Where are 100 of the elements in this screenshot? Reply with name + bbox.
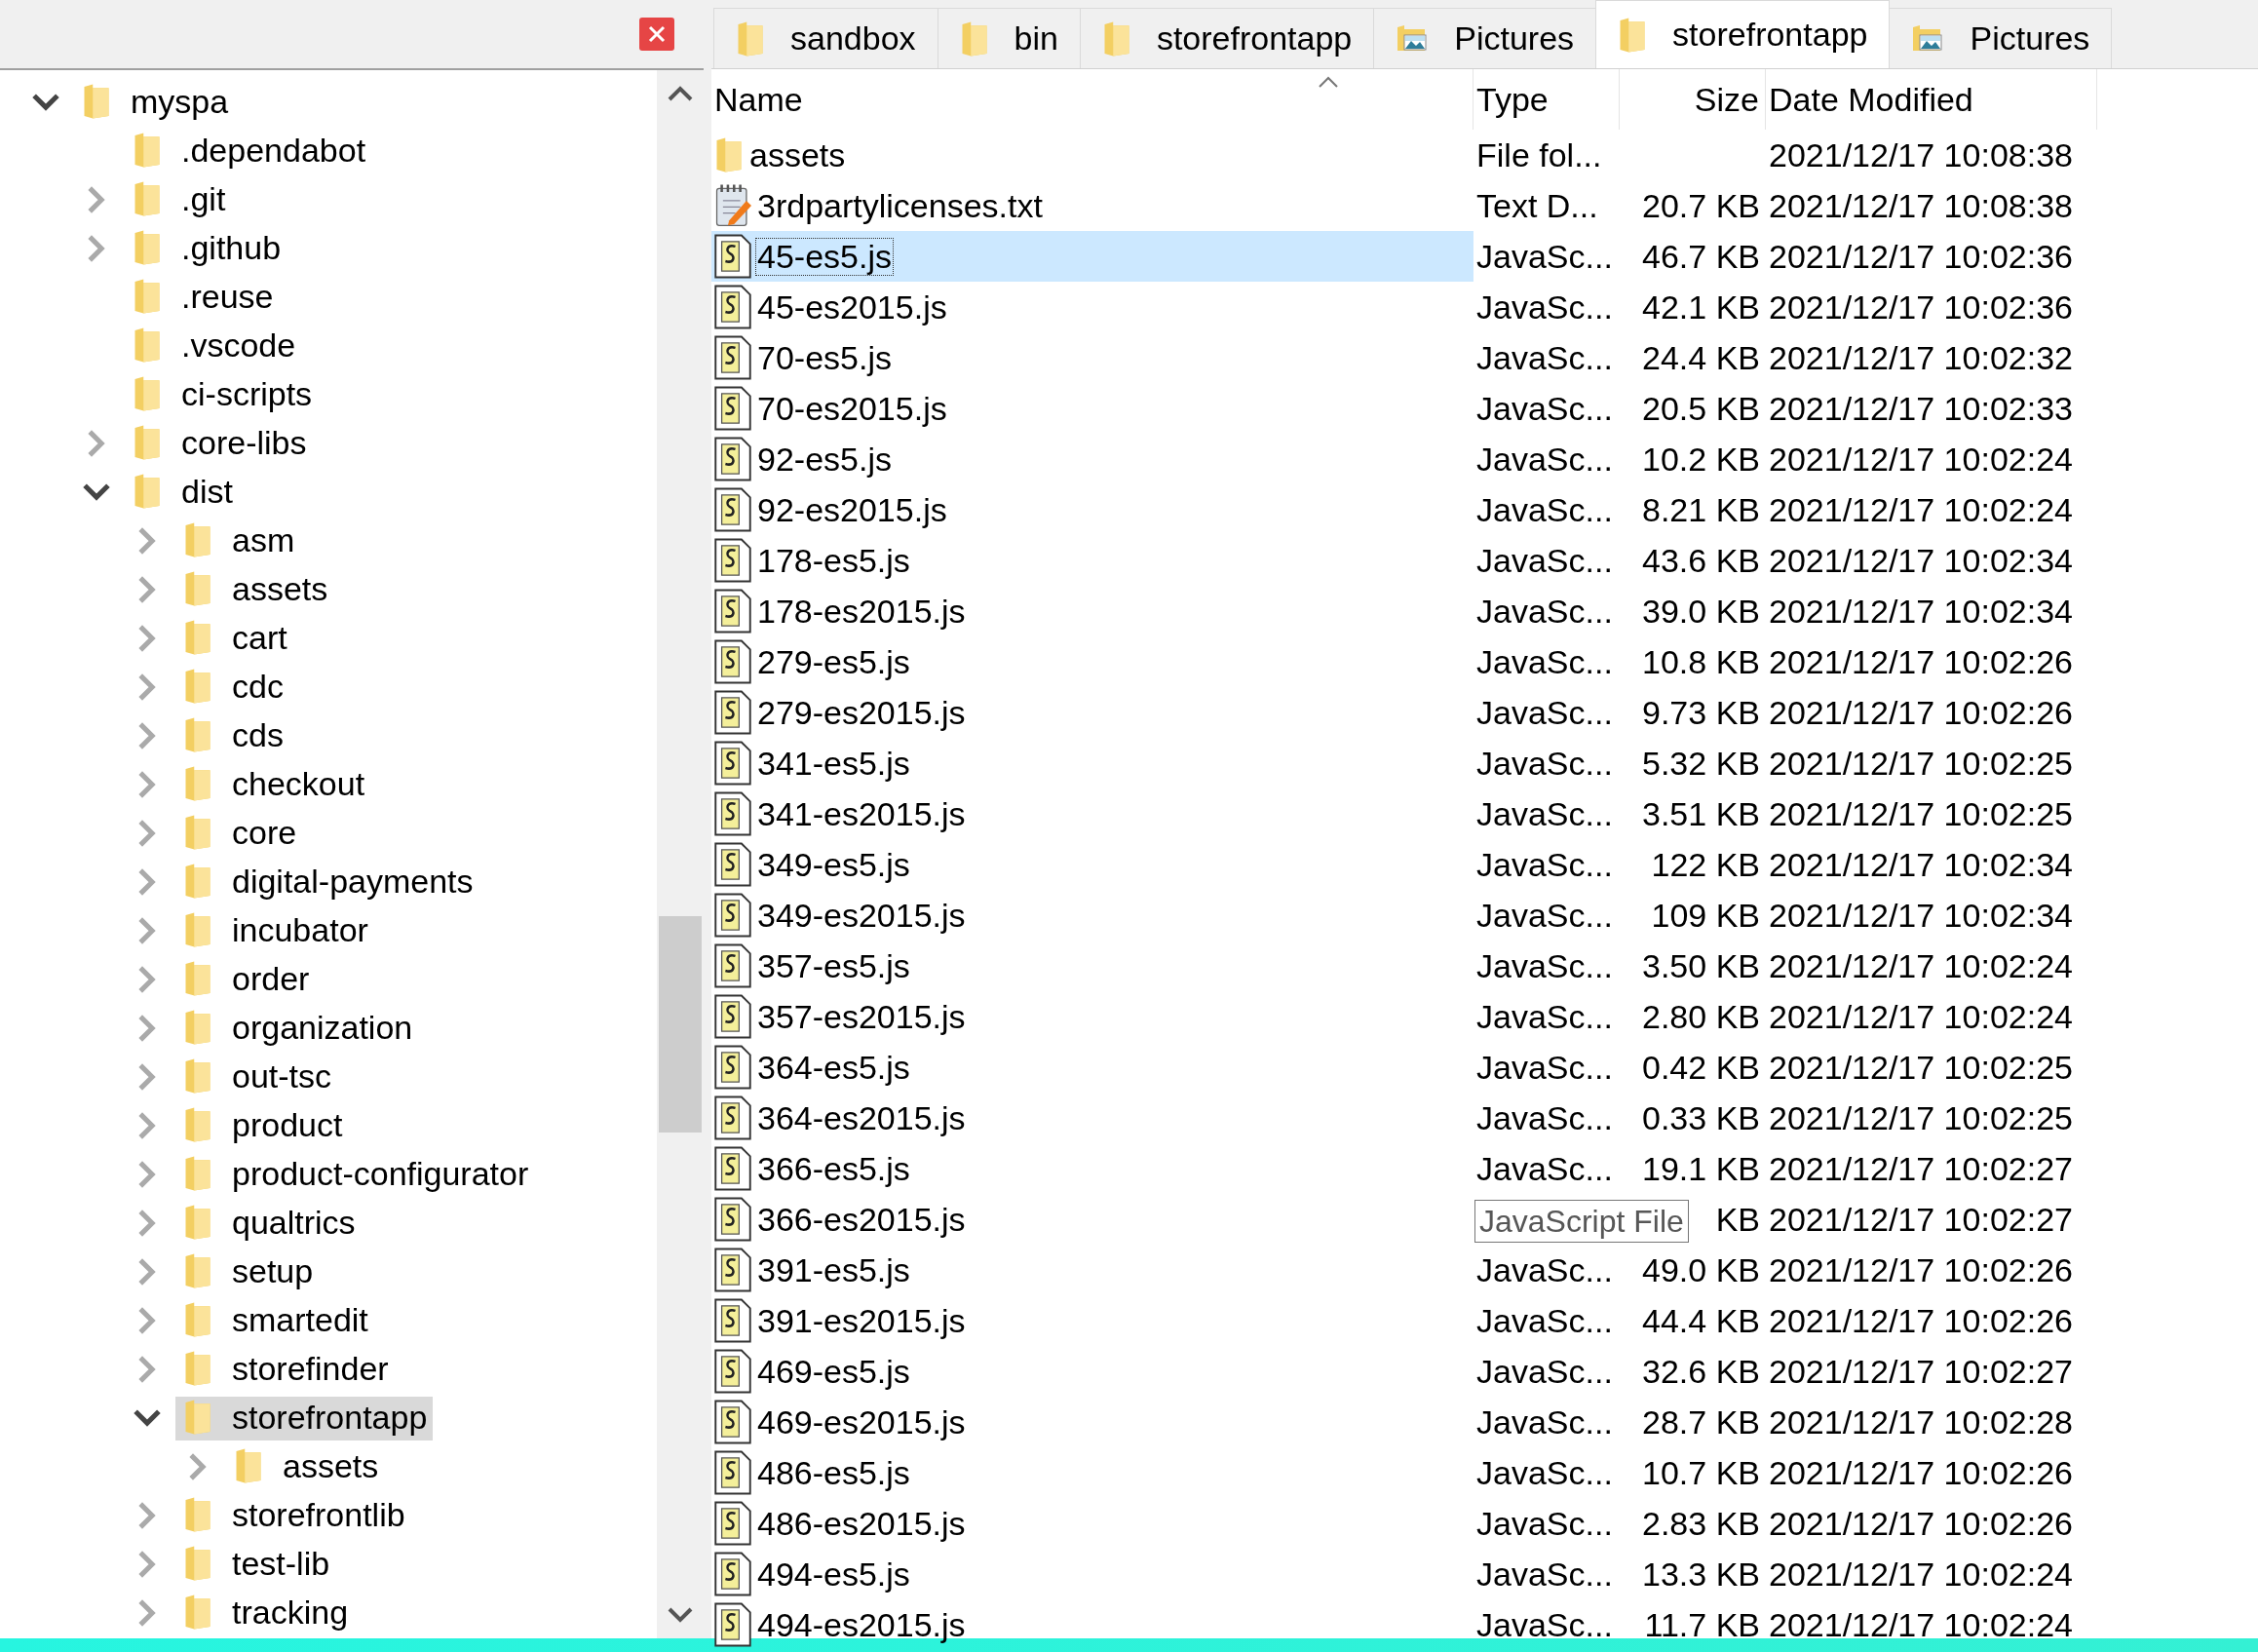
tree-item[interactable]: tracking <box>175 1591 355 1635</box>
file-row[interactable]: 178-es2015.js <box>711 586 1473 636</box>
tree-item[interactable]: .github <box>125 226 287 271</box>
file-row[interactable]: 364-es5.js <box>711 1042 1473 1093</box>
tree-item[interactable]: cdc <box>175 665 289 710</box>
tree-item[interactable]: checkout <box>175 762 371 807</box>
file-row[interactable]: 366-es2015.js <box>711 1194 1473 1245</box>
tree-item[interactable]: myspa <box>74 80 235 125</box>
file-row[interactable]: 92-es2015.js <box>711 484 1473 535</box>
file-row[interactable]: 178-es5.js <box>711 535 1473 586</box>
tree-item[interactable]: dist <box>125 470 239 515</box>
tree-item[interactable]: test-lib <box>175 1542 336 1587</box>
tree-item[interactable]: ci-scripts <box>125 372 319 417</box>
date-cell-text: 2021/12/17 10:02:24 <box>1768 1554 2074 1594</box>
file-row[interactable]: 341-es5.js <box>711 738 1473 788</box>
tree-item[interactable]: cds <box>175 713 289 758</box>
folder-icon <box>183 911 212 948</box>
type-cell-text: JavaSc... <box>1475 439 1614 480</box>
scrollbar[interactable] <box>657 70 704 1638</box>
file-row[interactable]: 469-es2015.js <box>711 1397 1473 1447</box>
tree-item[interactable]: asm <box>175 519 301 563</box>
file-row[interactable]: 70-es5.js <box>711 332 1473 383</box>
scroll-up-icon[interactable] <box>668 86 693 101</box>
size-cell: 20.7 KB <box>1642 186 1760 225</box>
tree-item[interactable]: core-libs <box>125 421 313 466</box>
tree-item[interactable]: assets <box>175 567 334 612</box>
column-header[interactable]: Type <box>1473 69 1620 130</box>
file-row[interactable]: 279-es5.js <box>711 636 1473 687</box>
file-row[interactable]: assets <box>711 130 1473 180</box>
type-cell-text: JavaSc... <box>1475 236 1614 277</box>
tree-item[interactable]: .dependabot <box>125 129 372 173</box>
column-header[interactable]: Name <box>711 69 1473 130</box>
tree-item[interactable]: .git <box>125 177 232 222</box>
tree-item[interactable]: incubator <box>175 908 374 953</box>
type-cell-text: JavaSc... <box>1475 641 1614 682</box>
size-cell: 5.32 KB <box>1642 744 1760 783</box>
file-row[interactable]: 364-es2015.js <box>711 1093 1473 1143</box>
file-row[interactable]: 92-es5.js <box>711 434 1473 484</box>
script-file-icon <box>714 893 751 938</box>
file-name: 178-es5.js <box>756 541 911 580</box>
script-file-icon <box>714 1400 751 1444</box>
file-row[interactable]: 391-es2015.js <box>711 1295 1473 1346</box>
tree-item[interactable]: cart <box>175 616 293 661</box>
tree-item[interactable]: assets <box>226 1444 385 1489</box>
folder-icon <box>183 1399 212 1436</box>
tree-item[interactable]: .vscode <box>125 324 302 368</box>
tree-item[interactable]: product <box>175 1103 349 1148</box>
tree-item[interactable]: storefinder <box>175 1347 395 1392</box>
file-row[interactable]: 45-es5.js <box>711 231 1473 282</box>
tab[interactable]: sandbox <box>713 8 938 68</box>
file-row[interactable]: 469-es5.js <box>711 1346 1473 1397</box>
file-row[interactable]: 494-es5.js <box>711 1549 1473 1599</box>
tree-item[interactable]: digital-payments <box>175 860 479 904</box>
file-row[interactable]: 357-es2015.js <box>711 991 1473 1042</box>
file-row[interactable]: 341-es2015.js <box>711 788 1473 839</box>
size-cell: 2.80 KB <box>1642 997 1760 1036</box>
script-file-icon <box>714 994 751 1039</box>
file-row[interactable]: 70-es2015.js <box>711 383 1473 434</box>
file-row[interactable]: 366-es5.js <box>711 1143 1473 1194</box>
tree-item[interactable]: product-configurator <box>175 1152 535 1197</box>
script-file-icon <box>714 487 751 532</box>
date-cell-text: 2021/12/17 10:02:25 <box>1768 1097 2074 1138</box>
folder-icon <box>133 473 162 510</box>
scroll-down-icon[interactable] <box>668 1607 693 1623</box>
type-cell-text: JavaSc... <box>1475 945 1614 986</box>
tree-item[interactable]: out-tsc <box>175 1055 338 1099</box>
script-file-icon <box>714 285 751 329</box>
tree-item[interactable]: organization <box>175 1006 419 1051</box>
column-header[interactable]: Date Modified <box>1766 69 2097 130</box>
tree-item[interactable]: core <box>175 811 303 856</box>
file-row[interactable]: 349-es2015.js <box>711 890 1473 941</box>
folder-icon <box>133 132 162 169</box>
date-cell-text: 2021/12/17 10:02:25 <box>1768 793 2074 834</box>
tree-item[interactable]: qualtrics <box>175 1201 362 1246</box>
file-row[interactable]: 3rdpartylicenses.txt <box>711 180 1473 231</box>
size-cell: 46.7 KB <box>1642 237 1760 276</box>
file-row[interactable]: 357-es5.js <box>711 941 1473 991</box>
tab[interactable]: Pictures <box>1889 8 2113 68</box>
date-cell-text: 2021/12/17 10:02:24 <box>1768 439 2074 480</box>
type-cell-text: JavaSc... <box>1475 793 1614 834</box>
file-row[interactable]: 279-es2015.js <box>711 687 1473 738</box>
file-row[interactable]: 349-es5.js <box>711 839 1473 890</box>
file-row[interactable]: 486-es5.js <box>711 1447 1473 1498</box>
tree-item[interactable]: storefrontapp <box>175 1396 434 1441</box>
tree-item[interactable]: smartedit <box>175 1298 374 1343</box>
type-cell-text: JavaSc... <box>1475 1148 1614 1189</box>
tab[interactable]: storefrontapp <box>1595 0 1891 68</box>
tree-item[interactable]: order <box>175 957 316 1002</box>
file-name: 364-es2015.js <box>756 1098 967 1137</box>
tree-item[interactable]: .reuse <box>125 275 280 320</box>
tree-item[interactable]: setup <box>175 1249 320 1294</box>
tree-item[interactable]: storefrontlib <box>175 1493 411 1538</box>
folder-icon <box>133 229 162 266</box>
close-button[interactable] <box>639 18 674 51</box>
file-row[interactable]: 486-es2015.js <box>711 1498 1473 1549</box>
scroll-thumb[interactable] <box>659 916 702 1133</box>
file-row[interactable]: 45-es2015.js <box>711 282 1473 332</box>
file-row[interactable]: 391-es5.js <box>711 1245 1473 1295</box>
file-row[interactable]: 494-es2015.js <box>711 1599 1473 1650</box>
column-header[interactable]: Size <box>1620 69 1766 130</box>
